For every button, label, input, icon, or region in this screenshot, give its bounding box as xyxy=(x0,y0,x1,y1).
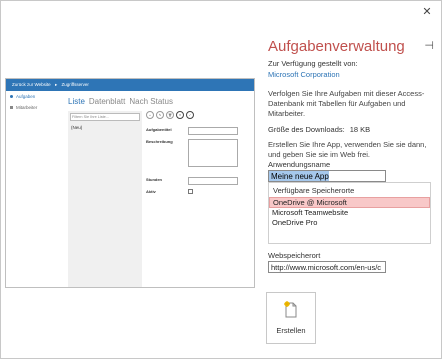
preview-tab: Liste xyxy=(68,97,85,106)
preview-nav-aufgaben: Aufgaben xyxy=(6,91,61,102)
preview-list: Filtern Sie Ihre Liste... (Neu) xyxy=(68,111,142,287)
pin-icon[interactable]: ⊣ xyxy=(424,39,434,52)
create-button[interactable]: Erstellen xyxy=(266,292,316,344)
preview-tabs: Liste Datenblatt Nach Status xyxy=(68,97,250,106)
preview-form: Aufgabentitel Beschreibung Stunden Aktiv xyxy=(146,127,250,198)
web-location-input[interactable] xyxy=(268,261,386,273)
preview-nav-label: Aufgaben xyxy=(16,94,36,99)
preview-nav-mitarbeiter: Mitarbeiter xyxy=(6,102,61,113)
app-name-label: Anwendungsname xyxy=(268,160,331,169)
preview-topbar-separator: ▸ xyxy=(54,82,58,87)
preview-add-icon: + xyxy=(146,111,154,119)
download-size-label: Größe des Downloads: xyxy=(268,125,345,134)
preview-cancel-icon: ✕ xyxy=(176,111,184,119)
preview-edit-icon: ✎ xyxy=(156,111,164,119)
preview-field-label: Aktiv xyxy=(146,189,156,194)
preview-field: Aktiv xyxy=(146,189,250,194)
location-item-onedrive-microsoft[interactable]: OneDrive @ Microsoft xyxy=(269,197,430,208)
preview-field-input xyxy=(188,177,238,185)
preview-field-textarea xyxy=(188,139,238,167)
app-description: Verfolgen Sie Ihre Aufgaben mit dieser A… xyxy=(268,89,425,118)
preview-field: Beschreibung xyxy=(146,139,250,167)
app-name-input[interactable] xyxy=(268,170,386,182)
preview-nav-label: Mitarbeiter xyxy=(16,105,38,110)
web-location-label: Webspeicherort xyxy=(268,251,321,260)
preview-sidebar: Aufgaben Mitarbeiter xyxy=(6,91,61,287)
provider-label: Zur Verfügung gestellt von: xyxy=(268,59,358,68)
create-button-label: Erstellen xyxy=(276,326,306,335)
download-size: Größe des Downloads: 18 KB xyxy=(268,125,370,134)
location-item-onedrive-pro[interactable]: OneDrive Pro xyxy=(269,218,430,229)
preview-topbar-server: Zugriffsserver xyxy=(61,82,89,87)
new-document-icon xyxy=(284,301,298,318)
preview-field-label: Beschreibung xyxy=(146,139,173,144)
preview-tab: Nach Status xyxy=(129,97,173,106)
preview-topbar-link: Zurück zur Website xyxy=(12,82,51,87)
preview-delete-icon: 🗑 xyxy=(166,111,174,119)
provider-link[interactable]: Microsoft Corporation xyxy=(268,70,340,79)
preview-field: Aufgabentitel xyxy=(146,127,250,135)
preview-search-box: Filtern Sie Ihre Liste... xyxy=(70,113,140,121)
preview-field-input xyxy=(188,127,238,135)
template-preview-image: Zurück zur Website ▸ Zugriffsserver Aufg… xyxy=(5,78,255,288)
preview-toolbar: + ✎ 🗑 ✕ ✓ xyxy=(146,111,194,119)
download-size-value: 18 KB xyxy=(349,125,371,134)
preview-tab: Datenblatt xyxy=(88,97,126,106)
preview-topbar: Zurück zur Website ▸ Zugriffsserver xyxy=(6,79,254,91)
create-note: Erstellen Sie Ihre App, verwenden Sie si… xyxy=(268,140,427,159)
template-details-dialog: ✕ ⊣ Zurück zur Website ▸ Zugriffsserver … xyxy=(0,0,442,359)
preview-field: Stunden xyxy=(146,177,250,185)
storage-location-list: Verfügbare Speicherorte OneDrive @ Micro… xyxy=(268,182,431,244)
preview-field-label: Stunden xyxy=(146,177,162,182)
app-title: Aufgabenverwaltung xyxy=(268,38,405,55)
bullet-icon xyxy=(10,95,13,98)
storage-location-label: Verfügbare Speicherorte xyxy=(273,186,355,195)
preview-main: Liste Datenblatt Nach Status Filtern Sie… xyxy=(68,97,250,287)
preview-list-item: (Neu) xyxy=(71,125,83,130)
preview-checkbox xyxy=(188,189,193,194)
location-item-teamwebsite[interactable]: Microsoft Teamwebsite xyxy=(269,208,430,219)
bullet-icon xyxy=(10,106,13,109)
preview-field-label: Aufgabentitel xyxy=(146,127,172,132)
close-icon[interactable]: ✕ xyxy=(419,4,435,20)
preview-save-icon: ✓ xyxy=(186,111,194,119)
